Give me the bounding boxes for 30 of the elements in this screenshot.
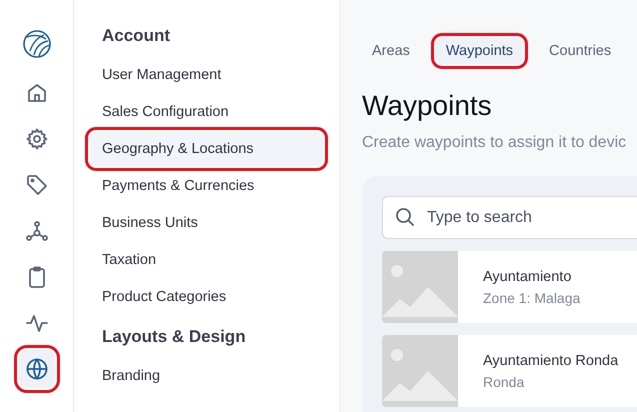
waypoint-row[interactable]: Ayuntamiento Zone 1: Malaga [382, 251, 637, 323]
tab[interactable]: Countries [539, 38, 622, 64]
tab[interactable]: Waypoints [436, 38, 524, 64]
tab[interactable]: Areas [362, 38, 420, 64]
waypoint-name: Ayuntamiento [483, 268, 572, 284]
menu-item[interactable]: Payments & Currencies [90, 169, 323, 203]
menu-item[interactable]: Taxation [90, 243, 323, 277]
menu-item[interactable]: Sales Configuration [90, 95, 323, 129]
globe-logo-icon [22, 29, 52, 59]
tag-icon [24, 173, 48, 197]
menu-item[interactable]: Geography & Locations [90, 132, 323, 166]
search-field[interactable]: Type to search [382, 196, 637, 239]
nodes-icon [24, 219, 48, 243]
page-title: Waypoints [362, 90, 493, 122]
page-subtitle: Create waypoints to assign it to devic [362, 134, 628, 152]
section-heading: Account [102, 26, 170, 46]
waypoint-zone: Ronda [483, 374, 526, 390]
image-placeholder-icon [382, 335, 458, 407]
menu-item[interactable]: User Management [90, 58, 323, 92]
waypoint-zone: Zone 1: Malaga [483, 290, 580, 306]
gear-icon [24, 127, 48, 151]
menu-item[interactable]: Branding [90, 359, 323, 393]
section-heading: Layouts & Design [102, 327, 246, 347]
globe-nav-button[interactable] [18, 350, 54, 388]
globe-icon [24, 357, 48, 381]
menu-item[interactable]: Product Categories [90, 280, 323, 314]
waypoint-row[interactable]: Ayuntamiento Ronda Ronda [382, 335, 637, 407]
image-placeholder-icon [382, 251, 458, 323]
waypoint-name: Ayuntamiento Ronda [483, 352, 618, 368]
menu-item[interactable]: Business Units [90, 206, 323, 240]
